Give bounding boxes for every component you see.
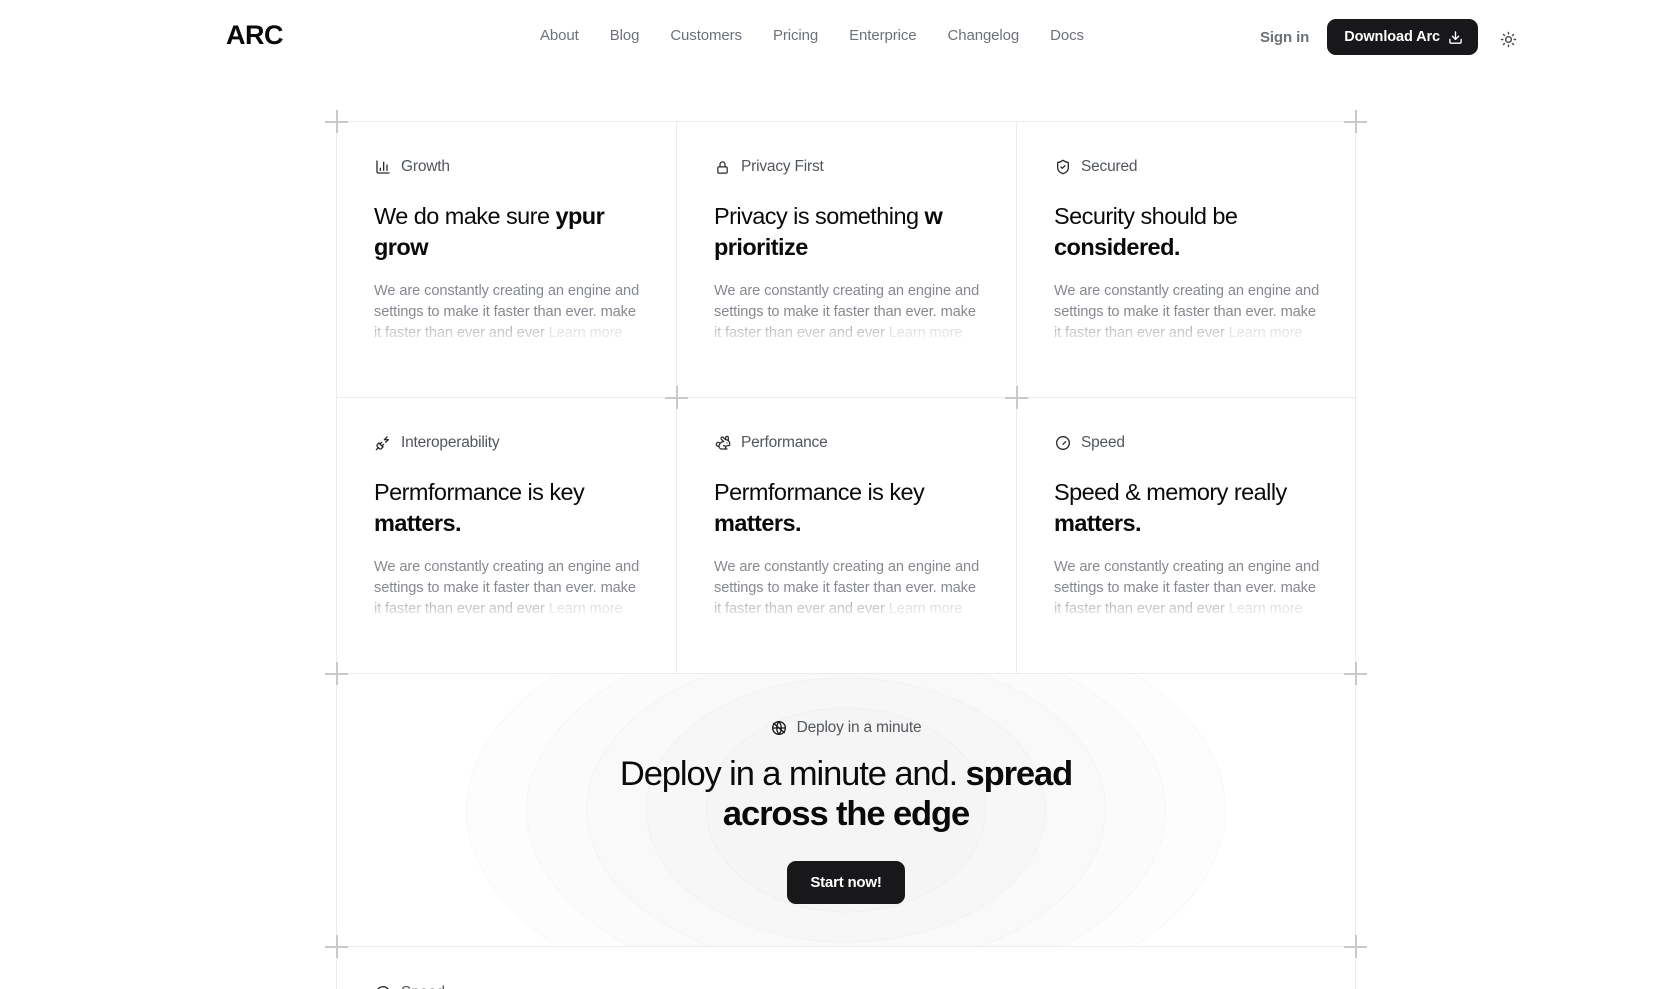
card-title-regular: Privacy is something bbox=[714, 203, 925, 229]
cta-section: Deploy in a minute Deploy in a minute an… bbox=[336, 674, 1356, 946]
card-title: Permformance is key matters. bbox=[374, 477, 640, 539]
cta-eyebrow-label: Deploy in a minute bbox=[796, 719, 922, 736]
learn-more-link[interactable]: Learn more bbox=[1229, 601, 1303, 617]
learn-more-link[interactable]: Learn more bbox=[549, 601, 623, 617]
nav-item-docs[interactable]: Docs bbox=[1050, 27, 1084, 44]
cta-title-regular: Deploy in a minute and. bbox=[619, 755, 966, 793]
site-header: ARC About Blog Customers Pricing Enterpr… bbox=[0, 0, 1674, 78]
start-now-button[interactable]: Start now! bbox=[787, 860, 905, 904]
card-eyebrow: Secured bbox=[1054, 158, 1320, 176]
feature-card-performance[interactable]: Performance Permformance is key matters.… bbox=[676, 397, 1016, 673]
feature-card-interoperability[interactable]: Interoperability Permformance is key mat… bbox=[336, 397, 676, 673]
card-title: Permformance is key matters. bbox=[714, 477, 980, 539]
feature-card-growth[interactable]: Growth We do make sure ypur grow We are … bbox=[336, 121, 676, 397]
card-eyebrow-label: Growth bbox=[401, 158, 450, 175]
lock-icon bbox=[714, 159, 731, 176]
card-title-bold: matters. bbox=[374, 509, 462, 536]
feature-card-secured[interactable]: Secured Security should be considered. W… bbox=[1016, 121, 1356, 397]
card-eyebrow-label: Secured bbox=[1081, 158, 1138, 175]
card-title-regular: Speed & memory really bbox=[1054, 479, 1287, 505]
card-eyebrow: Speed bbox=[374, 984, 640, 989]
card-eyebrow: Interoperability bbox=[374, 434, 640, 452]
feature-card-grid: Growth We do make sure ypur grow We are … bbox=[336, 121, 1356, 673]
globe-icon bbox=[771, 720, 788, 737]
nav-item-changelog[interactable]: Changelog bbox=[947, 27, 1019, 44]
nav-item-customers[interactable]: Customers bbox=[670, 27, 742, 44]
card-eyebrow: Privacy First bbox=[714, 158, 980, 176]
nav-item-about[interactable]: About bbox=[540, 27, 579, 44]
card-description-wrap: We are constantly creating an engine and… bbox=[714, 557, 980, 627]
card-description: We are constantly creating an engine and… bbox=[714, 557, 980, 621]
card-eyebrow-label: Privacy First bbox=[741, 158, 824, 175]
landing-page: ARC About Blog Customers Pricing Enterpr… bbox=[0, 0, 1674, 989]
bar-chart-icon bbox=[374, 159, 391, 176]
card-title: Security should be considered. bbox=[1054, 201, 1320, 263]
feature-card-privacy-first[interactable]: Privacy First Privacy is something w pri… bbox=[676, 121, 1016, 397]
cta-title: Deploy in a minute and. spread across th… bbox=[596, 754, 1096, 835]
card-description: We are constantly creating an engine and… bbox=[1054, 281, 1320, 345]
gauge-icon bbox=[1054, 435, 1071, 452]
card-eyebrow-label: Speed bbox=[1081, 434, 1125, 451]
nav-item-enterprise[interactable]: Enterprice bbox=[849, 27, 916, 44]
plug-zap-icon bbox=[374, 435, 391, 452]
feature-card-speed[interactable]: Speed Speed & memory really matters. We … bbox=[1016, 397, 1356, 673]
card-description-wrap: We are constantly creating an engine and… bbox=[1054, 281, 1320, 351]
card-title-regular: Permformance is key bbox=[374, 479, 585, 505]
card-description: We are constantly creating an engine and… bbox=[374, 557, 640, 621]
learn-more-link[interactable]: Learn more bbox=[1229, 325, 1303, 341]
card-eyebrow: Speed bbox=[1054, 434, 1320, 452]
learn-more-link[interactable]: Learn more bbox=[889, 601, 963, 617]
learn-more-link[interactable]: Learn more bbox=[889, 325, 963, 341]
card-description: We are constantly creating an engine and… bbox=[714, 281, 980, 345]
card-title-bold: matters. bbox=[714, 509, 802, 536]
card-eyebrow: Growth bbox=[374, 158, 640, 176]
card-title: Speed & memory really matters. bbox=[1054, 477, 1320, 539]
card-eyebrow-label: Interoperability bbox=[401, 434, 500, 451]
sun-icon bbox=[1500, 31, 1517, 48]
learn-more-link[interactable]: Learn more bbox=[549, 325, 623, 341]
card-description-wrap: We are constantly creating an engine and… bbox=[714, 281, 980, 351]
header-actions: Sign in Download Arc bbox=[1260, 19, 1478, 55]
card-eyebrow-label: Speed bbox=[401, 984, 445, 989]
card-description: We are constantly creating an engine and… bbox=[1054, 557, 1320, 621]
shield-check-icon bbox=[1054, 159, 1071, 176]
card-eyebrow-label: Performance bbox=[741, 434, 828, 451]
card-title-bold: matters. bbox=[1054, 509, 1142, 536]
card-title: We do make sure ypur grow bbox=[374, 201, 640, 263]
download-arc-label: Download Arc bbox=[1344, 29, 1440, 45]
download-arc-button[interactable]: Download Arc bbox=[1327, 19, 1478, 55]
sign-in-link[interactable]: Sign in bbox=[1260, 29, 1309, 46]
card-title: Privacy is something w prioritize bbox=[714, 201, 980, 263]
feature-card-row: Growth We do make sure ypur grow We are … bbox=[336, 121, 1356, 397]
card-title-regular: Security should be bbox=[1054, 203, 1238, 229]
theme-toggle-button[interactable] bbox=[1497, 28, 1519, 50]
card-title-regular: Permformance is key bbox=[714, 479, 925, 505]
brand-logo[interactable]: ARC bbox=[226, 20, 284, 51]
card-description: We are constantly creating an engine and… bbox=[374, 281, 640, 345]
cta-eyebrow: Deploy in a minute bbox=[771, 719, 922, 737]
gauge-icon bbox=[374, 985, 391, 989]
nav-item-pricing[interactable]: Pricing bbox=[773, 27, 818, 44]
feature-card-speed-partial[interactable]: Speed bbox=[336, 947, 676, 989]
card-description-wrap: We are constantly creating an engine and… bbox=[374, 281, 640, 351]
card-title-regular: We do make sure bbox=[374, 203, 556, 229]
content-grid: Growth We do make sure ypur grow We are … bbox=[325, 110, 1367, 989]
card-description-wrap: We are constantly creating an engine and… bbox=[374, 557, 640, 627]
feature-card-row: Interoperability Permformance is key mat… bbox=[336, 397, 1356, 673]
download-icon bbox=[1448, 30, 1463, 45]
rabbit-icon bbox=[714, 435, 731, 452]
card-title-bold: considered. bbox=[1054, 233, 1180, 260]
nav-item-blog[interactable]: Blog bbox=[610, 27, 640, 44]
card-eyebrow: Performance bbox=[714, 434, 980, 452]
card-description-wrap: We are constantly creating an engine and… bbox=[1054, 557, 1320, 627]
main-navigation: About Blog Customers Pricing Enterprice … bbox=[540, 27, 1084, 44]
